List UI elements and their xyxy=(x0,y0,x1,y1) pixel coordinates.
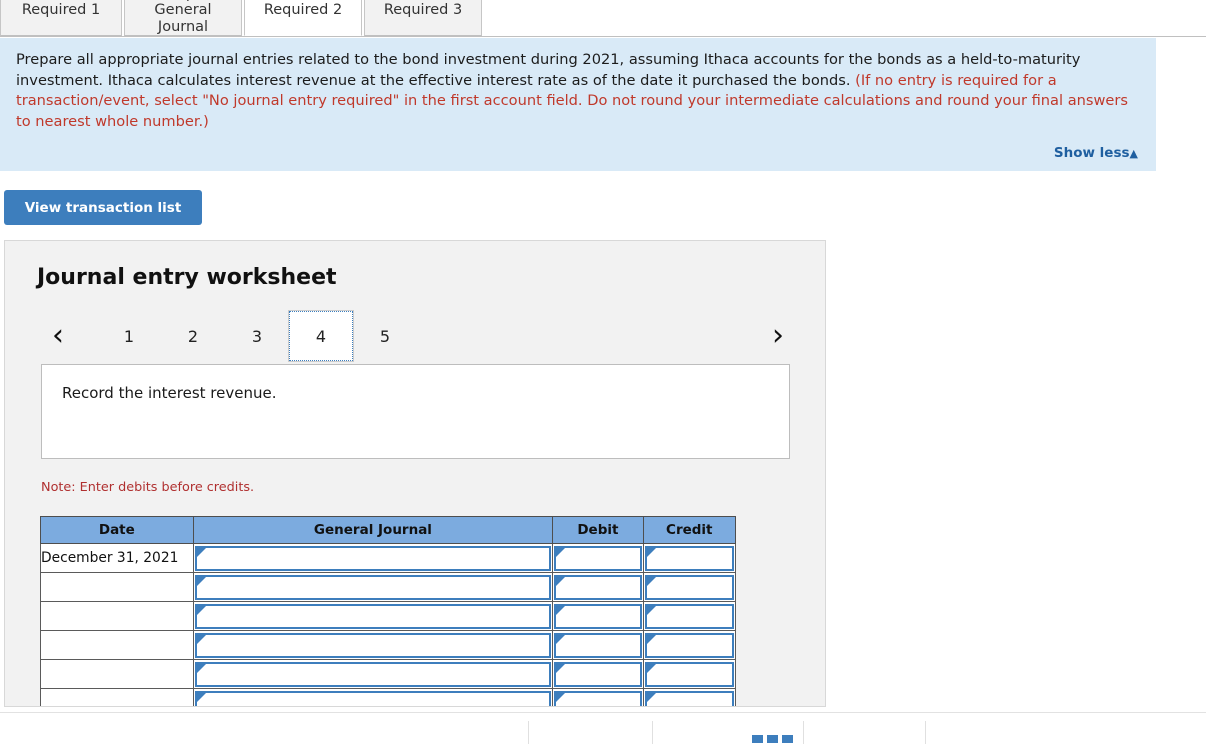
tab-required-3[interactable]: Required 3 xyxy=(364,0,482,36)
cell-date[interactable] xyxy=(40,659,194,689)
table-row xyxy=(40,601,737,631)
pager-page-5[interactable]: 5 xyxy=(353,311,417,361)
cell-date[interactable] xyxy=(40,601,194,631)
tab-required-1[interactable]: Required 1 xyxy=(0,0,122,36)
column-header-credit: Credit xyxy=(642,516,737,544)
footer-divider xyxy=(528,721,529,744)
credit-input[interactable] xyxy=(644,603,734,629)
table-row xyxy=(40,659,737,689)
show-less-label: Show less xyxy=(1053,145,1130,161)
cell-date[interactable]: December 31, 2021 xyxy=(40,543,194,573)
debits-before-credits-note: Note: Enter debits before credits. xyxy=(41,480,255,495)
cell-general-journal[interactable] xyxy=(192,572,554,602)
pager-page-3[interactable]: 3 xyxy=(225,311,289,361)
pager-page-4[interactable]: 4 xyxy=(288,310,354,362)
footer-loading-indicator xyxy=(752,735,793,743)
tab-label: Required 3 xyxy=(383,2,463,19)
cell-general-journal[interactable] xyxy=(192,543,554,573)
cell-date[interactable] xyxy=(40,572,194,602)
show-less-link[interactable]: Show less▲ xyxy=(1054,145,1138,161)
debit-input[interactable] xyxy=(554,690,642,706)
tab-req-1-general-journal[interactable]: Req 1 General Journal xyxy=(124,0,242,36)
account-dropdown[interactable] xyxy=(194,545,552,571)
footer-bar xyxy=(0,712,1206,744)
cell-date[interactable] xyxy=(40,688,194,706)
account-dropdown[interactable] xyxy=(194,603,552,629)
prev-page-icon[interactable]: ‹ xyxy=(41,315,75,355)
cell-credit[interactable] xyxy=(642,572,737,602)
table-row: December 31, 2021 xyxy=(40,543,737,573)
entry-description-text: Record the interest revenue. xyxy=(62,384,277,402)
footer-divider xyxy=(652,721,653,744)
cell-general-journal[interactable] xyxy=(192,688,554,706)
debit-input[interactable] xyxy=(554,603,642,629)
account-dropdown[interactable] xyxy=(194,690,552,706)
footer-divider xyxy=(803,721,804,744)
table-row xyxy=(40,630,737,660)
cell-credit[interactable] xyxy=(642,630,737,660)
dash-icon xyxy=(767,735,778,743)
caret-up-icon: ▲ xyxy=(1129,147,1138,160)
cell-debit[interactable] xyxy=(552,659,644,689)
pager-page-list: 1 2 3 4 5 xyxy=(97,310,417,362)
table-header-row: Date General Journal Debit Credit xyxy=(40,516,737,544)
account-dropdown[interactable] xyxy=(194,632,552,658)
next-page-icon[interactable]: › xyxy=(761,315,795,355)
debit-input[interactable] xyxy=(554,574,642,600)
account-dropdown[interactable] xyxy=(194,661,552,687)
credit-input[interactable] xyxy=(644,574,734,600)
column-header-date: Date xyxy=(40,516,194,544)
table-row xyxy=(40,688,737,706)
view-transaction-list-button[interactable]: View transaction list xyxy=(4,190,202,225)
cell-debit[interactable] xyxy=(552,688,644,706)
cell-credit[interactable] xyxy=(642,688,737,706)
cell-debit[interactable] xyxy=(552,601,644,631)
tab-label: Required 2 xyxy=(263,2,343,19)
page-title: Journal entry worksheet xyxy=(37,265,337,290)
tab-strip: Required 1 Req 1 General Journal Require… xyxy=(0,0,1206,37)
cell-credit[interactable] xyxy=(642,659,737,689)
pager-page-1[interactable]: 1 xyxy=(97,311,161,361)
cell-credit[interactable] xyxy=(642,601,737,631)
dash-icon xyxy=(782,735,793,743)
cell-credit[interactable] xyxy=(642,543,737,573)
debit-input[interactable] xyxy=(554,545,642,571)
credit-input[interactable] xyxy=(644,661,734,687)
journal-entry-table: Date General Journal Debit Credit Decemb… xyxy=(40,516,737,706)
dash-icon xyxy=(752,735,763,743)
cell-general-journal[interactable] xyxy=(192,601,554,631)
credit-input[interactable] xyxy=(644,632,734,658)
tab-label: Req 1 General Journal xyxy=(154,0,212,35)
cell-date[interactable] xyxy=(40,630,194,660)
worksheet-pager: ‹ 1 2 3 4 5 › xyxy=(37,310,795,362)
table-row xyxy=(40,572,737,602)
instruction-text: Prepare all appropriate journal entries … xyxy=(16,50,1140,132)
credit-input[interactable] xyxy=(644,545,734,571)
entry-description-box: Record the interest revenue. xyxy=(41,364,790,459)
pager-page-2[interactable]: 2 xyxy=(161,311,225,361)
cell-general-journal[interactable] xyxy=(192,659,554,689)
tab-required-2[interactable]: Required 2 xyxy=(244,0,362,36)
footer-divider xyxy=(925,721,926,744)
cell-general-journal[interactable] xyxy=(192,630,554,660)
cell-debit[interactable] xyxy=(552,543,644,573)
tab-label: Required 1 xyxy=(21,2,101,19)
cell-debit[interactable] xyxy=(552,572,644,602)
instruction-panel: Prepare all appropriate journal entries … xyxy=(0,38,1156,171)
column-header-general-journal: General Journal xyxy=(192,516,554,544)
account-dropdown[interactable] xyxy=(194,574,552,600)
journal-entry-worksheet-card: Journal entry worksheet ‹ 1 2 3 4 5 › Re… xyxy=(4,240,826,707)
credit-input[interactable] xyxy=(644,690,734,706)
column-header-debit: Debit xyxy=(552,516,644,544)
debit-input[interactable] xyxy=(554,661,642,687)
cell-debit[interactable] xyxy=(552,630,644,660)
debit-input[interactable] xyxy=(554,632,642,658)
